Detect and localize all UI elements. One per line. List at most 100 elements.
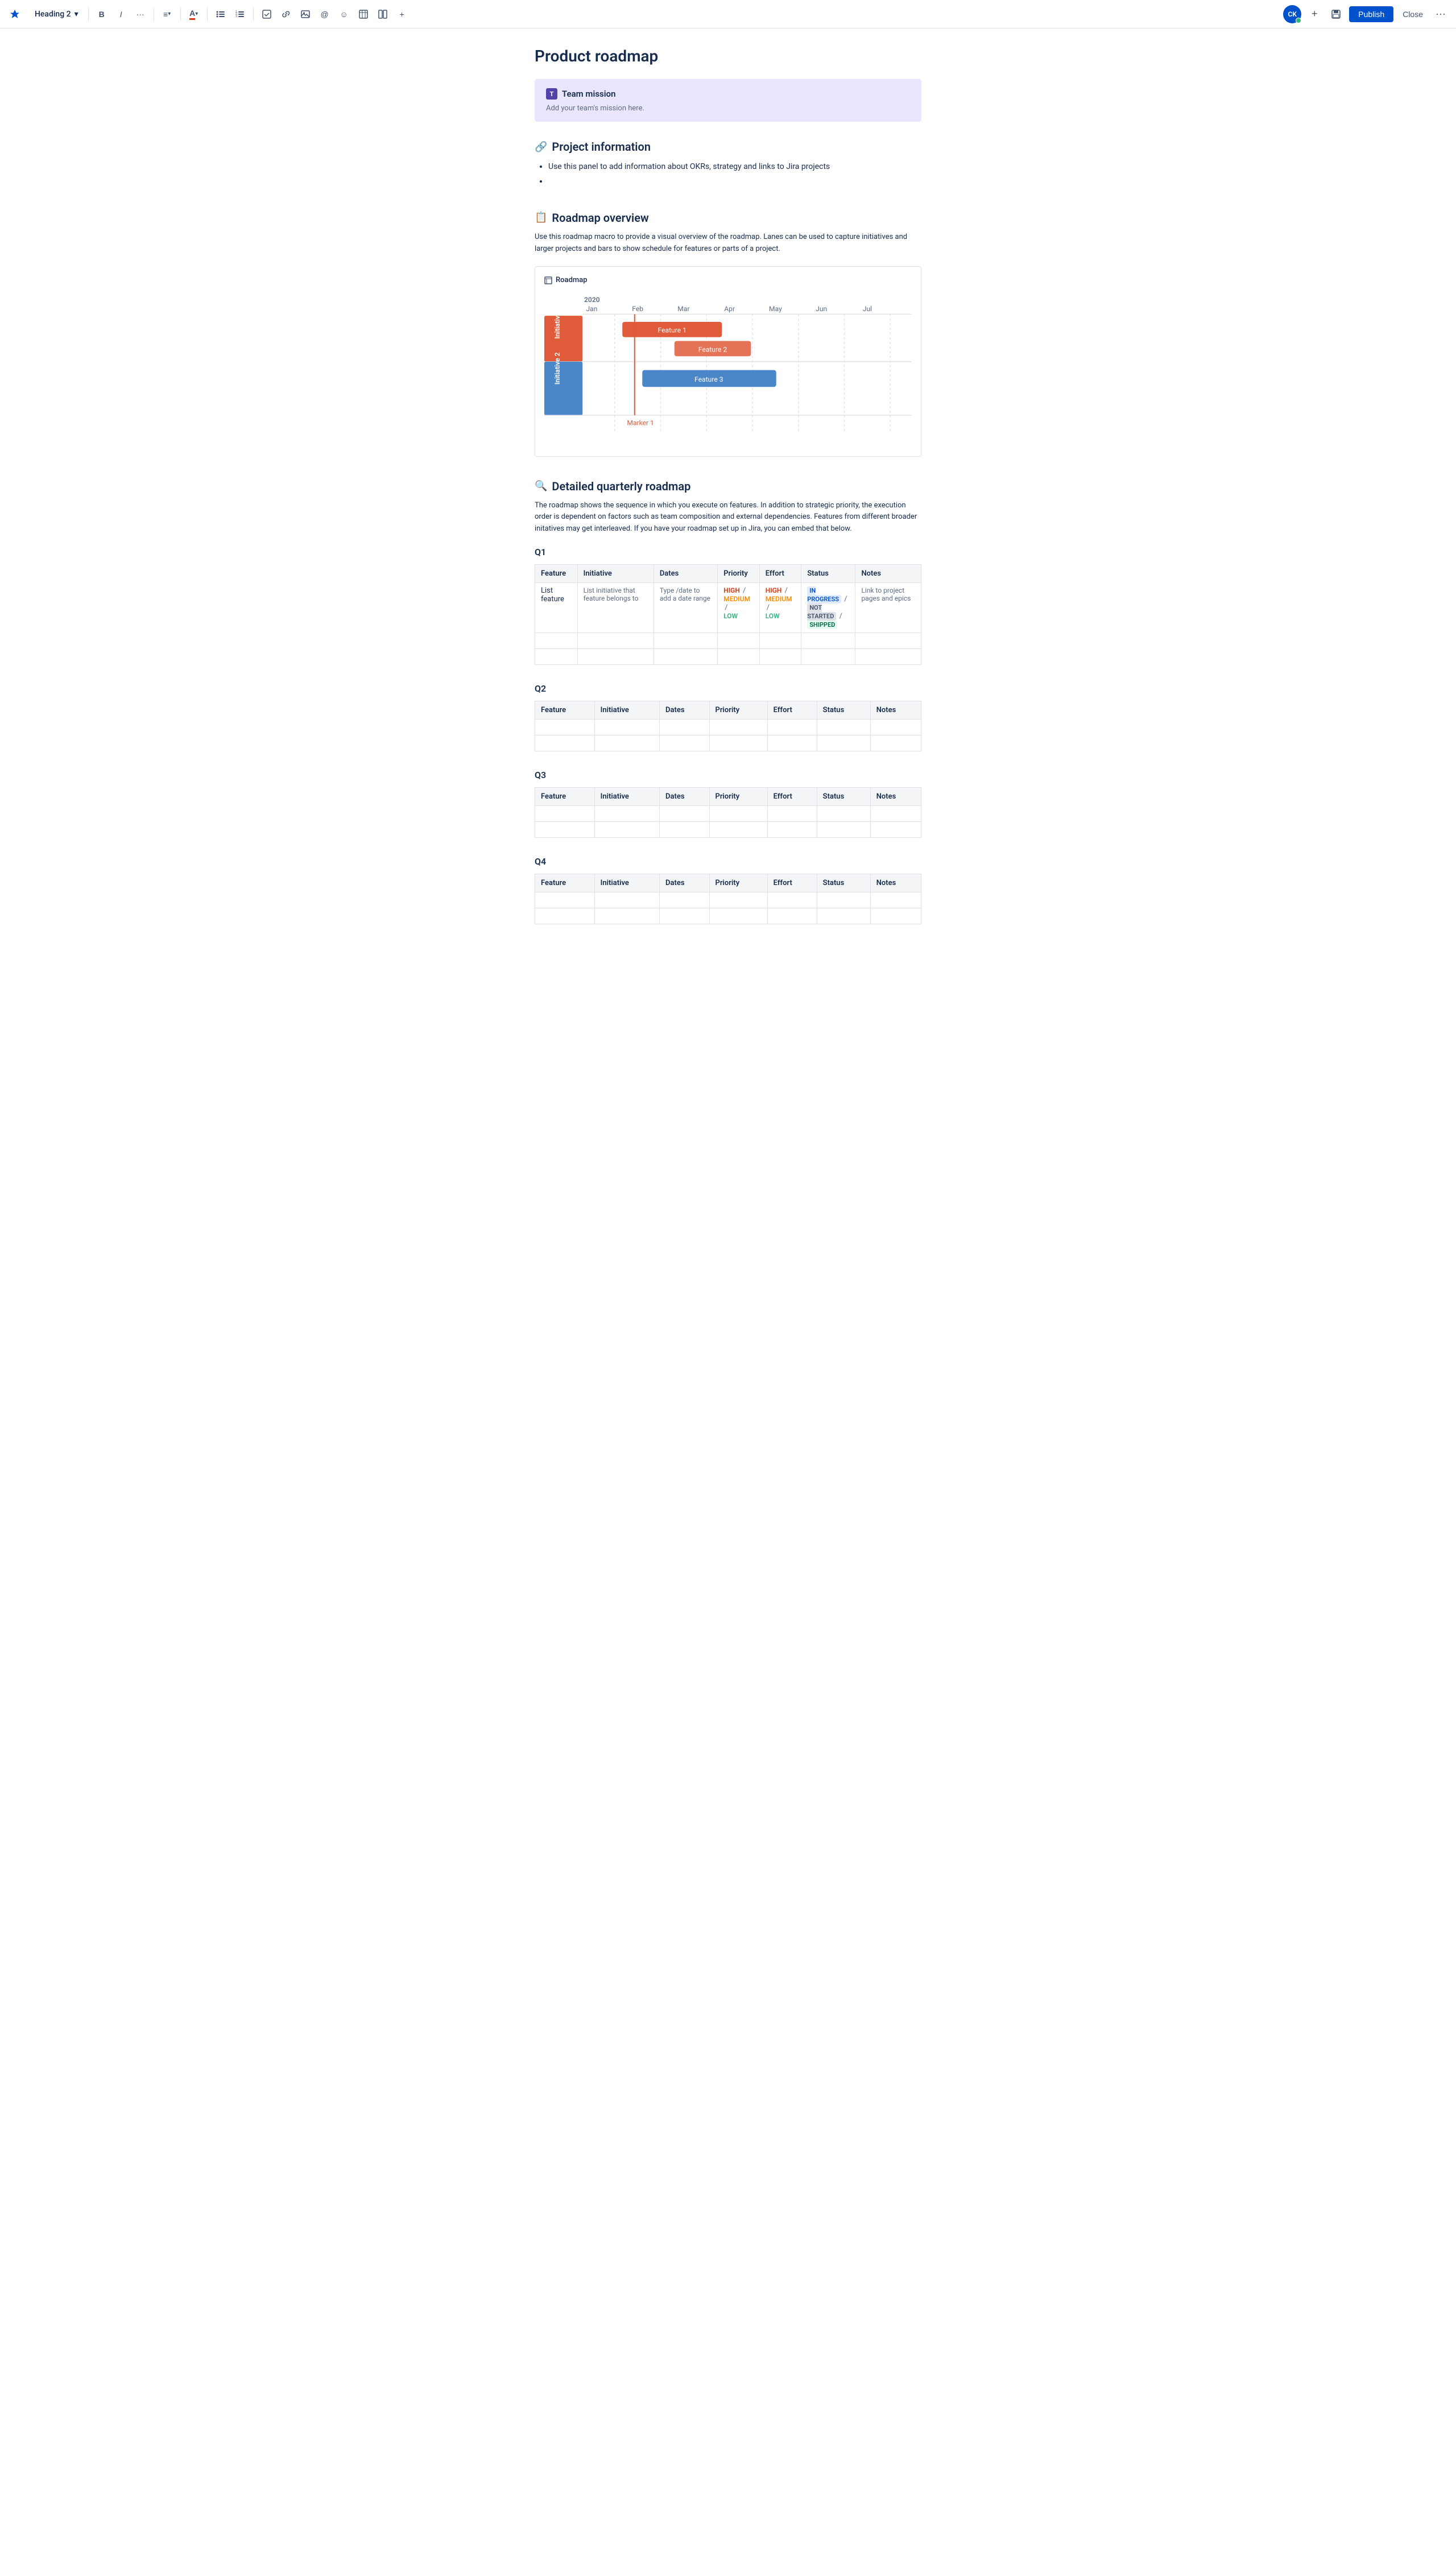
text-color-chevron-icon: ▾: [195, 11, 198, 17]
cell-effort[interactable]: HIGH / MEDIUM / LOW: [759, 582, 801, 632]
effort-medium: MEDIUM: [766, 595, 792, 603]
cell-priority[interactable]: HIGH / MEDIUM / LOW: [718, 582, 760, 632]
svg-text:Initiative 1: Initiative 1: [553, 307, 561, 339]
mission-placeholder[interactable]: Add your team's mission here.: [546, 104, 910, 113]
image-button[interactable]: [297, 6, 314, 23]
close-button[interactable]: Close: [1398, 6, 1428, 22]
svg-text:Mar: Mar: [677, 305, 689, 313]
table-row-empty: [535, 632, 921, 648]
svg-text:May: May: [769, 305, 782, 313]
svg-text:Feature 3: Feature 3: [694, 375, 723, 383]
col-initiative: Initiative: [594, 701, 659, 719]
q2-table: Feature Initiative Dates Priority Effort…: [535, 701, 921, 751]
svg-text:Marker 1: Marker 1: [627, 419, 654, 427]
col-priority: Priority: [709, 787, 767, 805]
svg-text:Feature 1: Feature 1: [658, 326, 686, 334]
emoji-button[interactable]: ☺: [336, 6, 353, 23]
table-row: [535, 805, 921, 821]
add-button[interactable]: +: [1306, 6, 1323, 23]
bullet-list-button[interactable]: [212, 6, 229, 23]
quarterly-roadmap-heading: 🔍 Detailed quarterly roadmap: [535, 479, 921, 493]
mission-title: Team mission: [562, 89, 616, 99]
task-icon: [262, 10, 271, 19]
cell-dates[interactable]: Type /date to add a date range: [653, 582, 717, 632]
roadmap-chart-icon: [544, 276, 552, 284]
numbered-list-button[interactable]: 1. 2. 3.: [231, 6, 249, 23]
insert-more-button[interactable]: +: [394, 6, 411, 23]
cell-status[interactable]: IN PROGRESS / NOT STARTED / SHIPPED: [801, 582, 855, 632]
bullet-list-icon: [216, 10, 225, 19]
gantt-chart: 2020 Jan Feb Mar Apr May Jun Jul: [544, 291, 912, 446]
table-header-row: Feature Initiative Dates Priority Effort…: [535, 874, 921, 892]
italic-button[interactable]: I: [113, 6, 130, 23]
col-initiative: Initiative: [594, 874, 659, 892]
svg-text:Apr: Apr: [724, 305, 735, 313]
mention-button[interactable]: @: [316, 6, 333, 23]
table-icon: [359, 10, 368, 19]
table-row: [535, 719, 921, 735]
save-icon-button[interactable]: [1327, 6, 1345, 23]
col-dates: Dates: [653, 564, 717, 582]
cell-notes[interactable]: Link to project pages and epics: [855, 582, 921, 632]
roadmap-overview-desc: Use this roadmap macro to provide a visu…: [535, 231, 921, 255]
link-section-icon: 🔗: [535, 141, 547, 153]
q3-title: Q3: [535, 770, 921, 780]
col-notes: Notes: [870, 874, 921, 892]
more-options-button[interactable]: ···: [1432, 6, 1449, 23]
publish-button[interactable]: Publish: [1349, 6, 1393, 22]
col-status: Status: [817, 874, 870, 892]
project-info-section: 🔗 Project information Use this panel to …: [535, 140, 921, 188]
table-header-row: Feature Initiative Dates Priority Effort…: [535, 787, 921, 805]
heading-selector[interactable]: Heading 2 ▾: [30, 7, 84, 22]
avatar-status-dot: [1296, 18, 1301, 23]
col-effort: Effort: [759, 564, 801, 582]
col-status: Status: [817, 787, 870, 805]
mission-heading: T Team mission: [546, 88, 910, 100]
cell-initiative[interactable]: List initiative that feature belongs to: [577, 582, 653, 632]
svg-text:Jan: Jan: [586, 305, 597, 313]
svg-text:Jul: Jul: [863, 305, 872, 313]
link-button[interactable]: [278, 6, 295, 23]
status-not-started: NOT STARTED: [807, 603, 836, 621]
status-in-progress: IN PROGRESS: [807, 586, 841, 603]
cell-feature[interactable]: List feature: [535, 582, 578, 632]
col-notes: Notes: [870, 787, 921, 805]
text-color-button[interactable]: A ▾: [185, 6, 202, 23]
avatar[interactable]: CK: [1283, 5, 1301, 23]
q4-table: Feature Initiative Dates Priority Effort…: [535, 874, 921, 924]
col-feature: Feature: [535, 564, 578, 582]
table-header-row: Feature Initiative Dates Priority Effort…: [535, 701, 921, 719]
roadmap-overview-title: Roadmap overview: [552, 211, 648, 225]
task-button[interactable]: [258, 6, 275, 23]
svg-text:Initiative 2: Initiative 2: [553, 353, 561, 385]
col-initiative: Initiative: [594, 787, 659, 805]
project-info-title: Project information: [552, 140, 651, 154]
app-logo: [7, 6, 23, 22]
toolbar-divider-4: [207, 7, 208, 21]
heading-selector-label: Heading 2: [35, 10, 71, 19]
col-status: Status: [801, 564, 855, 582]
columns-icon: [378, 10, 387, 19]
col-notes: Notes: [870, 701, 921, 719]
avatar-initials: CK: [1288, 10, 1297, 18]
bold-button[interactable]: B: [93, 6, 110, 23]
table-insert-button[interactable]: [355, 6, 372, 23]
align-button[interactable]: ≡ ▾: [159, 6, 176, 23]
page-title: Product roadmap: [535, 47, 921, 65]
status-shipped: SHIPPED: [807, 621, 837, 629]
align-chevron-icon: ▾: [168, 11, 171, 17]
quarterly-roadmap-desc: The roadmap shows the sequence in which …: [535, 500, 921, 535]
col-feature: Feature: [535, 701, 595, 719]
q3-section: Q3 Feature Initiative Dates Priority Eff…: [535, 770, 921, 838]
table-row: [535, 735, 921, 751]
svg-text:2020: 2020: [584, 296, 600, 304]
columns-button[interactable]: [374, 6, 391, 23]
toolbar-divider-5: [253, 7, 254, 21]
q1-title: Q1: [535, 547, 921, 557]
search-section-icon: 🔍: [535, 480, 547, 492]
image-icon: [301, 10, 310, 19]
q1-section: Q1 Feature Initiative Dates Priority Eff…: [535, 547, 921, 665]
col-feature: Feature: [535, 874, 595, 892]
gantt-svg: 2020 Jan Feb Mar Apr May Jun Jul: [544, 291, 912, 444]
more-format-button[interactable]: ···: [132, 6, 149, 23]
